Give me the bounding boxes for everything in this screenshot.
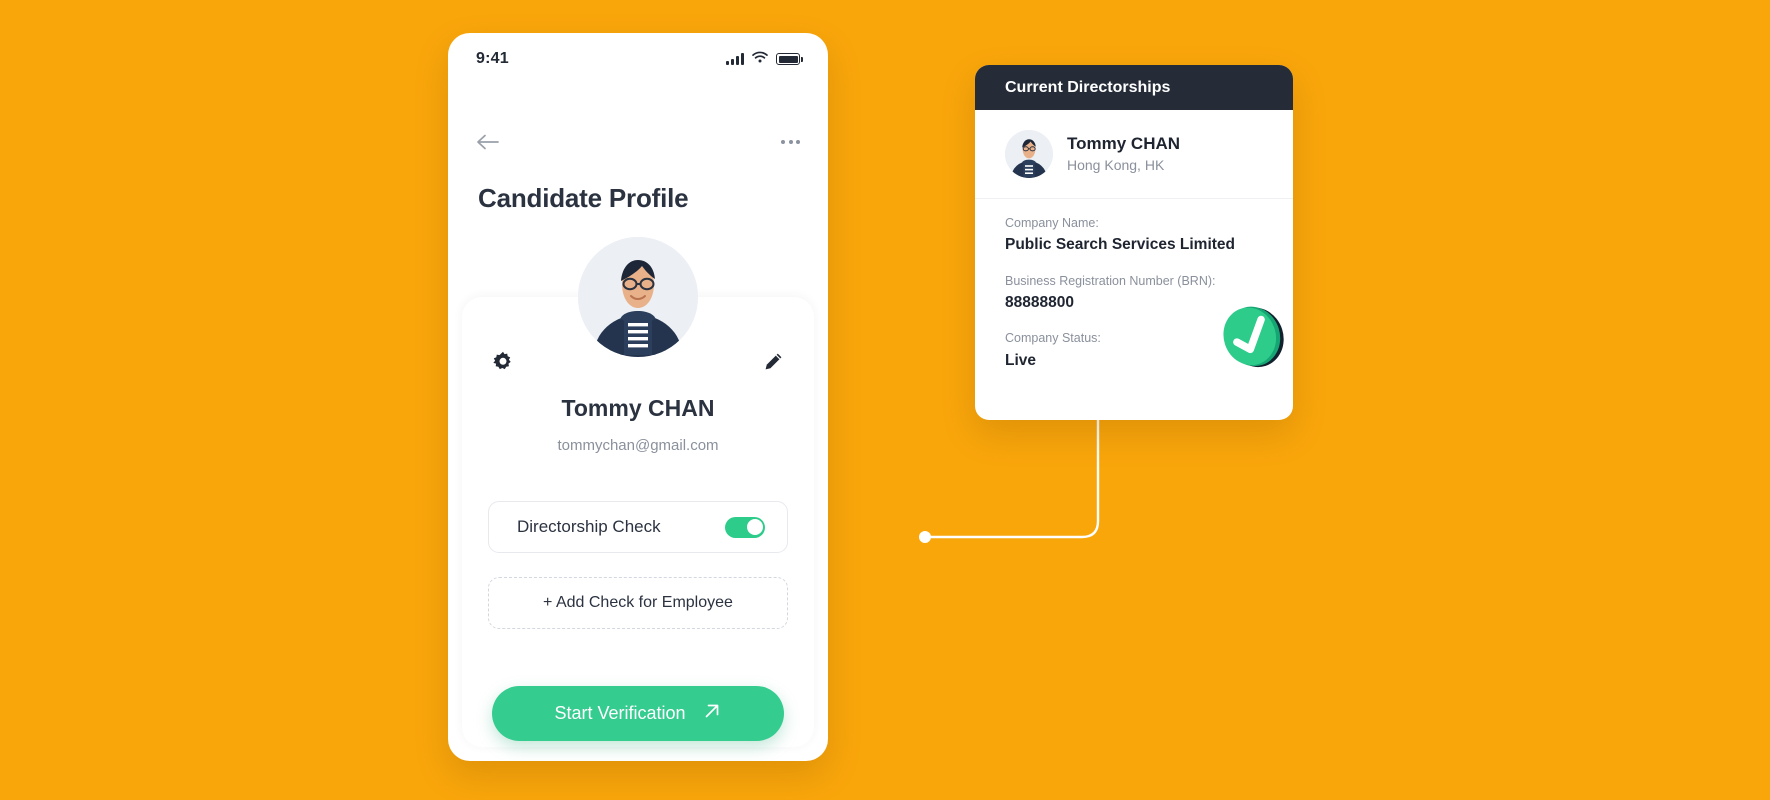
field-value: Public Search Services Limited xyxy=(1005,236,1236,254)
add-check-button[interactable]: + Add Check for Employee xyxy=(488,577,788,629)
avatar xyxy=(1005,130,1053,178)
arrow-left-icon[interactable] xyxy=(476,133,500,151)
screen-background: 9:41 Candidate Profile Tommy CHAN tommyc… xyxy=(0,0,1770,800)
phone-nav-bar xyxy=(448,125,828,159)
directorship-person-location: Hong Kong, HK xyxy=(1067,157,1165,174)
directorship-person-name: Tommy CHAN xyxy=(1067,134,1181,154)
field-company-name: Company Name: Public Search Services Lim… xyxy=(1005,213,1263,257)
profile-email: tommychan@gmail.com xyxy=(557,437,719,454)
profile-name: Tommy CHAN xyxy=(561,395,715,421)
start-verification-label: Start Verification xyxy=(554,703,686,723)
pencil-icon[interactable] xyxy=(762,351,784,373)
wifi-icon xyxy=(752,50,768,68)
gear-icon[interactable] xyxy=(492,351,514,373)
directorship-check-toggle[interactable] xyxy=(725,516,765,538)
check-circle-badge-icon xyxy=(1219,305,1284,369)
status-indicator-group xyxy=(726,50,803,68)
connector-line xyxy=(820,380,1120,615)
directorship-person: Tommy CHAN Hong Kong, HK xyxy=(975,110,1293,199)
phone-mockup-card: 9:41 Candidate Profile Tommy CHAN tommyc… xyxy=(448,33,828,761)
battery-full-icon xyxy=(776,53,803,65)
field-label: Business Registration Number (BRN): xyxy=(1005,273,1216,288)
phone-status-bar: 9:41 xyxy=(448,33,828,85)
directorship-check-label: Directorship Check xyxy=(517,517,661,536)
directorship-person-text: Tommy CHAN Hong Kong, HK xyxy=(1067,133,1180,175)
field-label: Company Name: xyxy=(1005,216,1099,230)
directorships-header: Current Directorships xyxy=(975,65,1293,110)
signal-bars-icon xyxy=(726,53,744,65)
start-verification-button[interactable]: Start Verification xyxy=(492,686,784,741)
avatar xyxy=(578,237,698,357)
page-title: Candidate Profile xyxy=(478,183,689,213)
arrow-up-right-icon xyxy=(702,701,722,726)
status-time: 9:41 xyxy=(476,50,509,67)
more-horizontal-icon[interactable] xyxy=(781,140,800,144)
directorship-check-row[interactable]: Directorship Check xyxy=(488,501,788,553)
